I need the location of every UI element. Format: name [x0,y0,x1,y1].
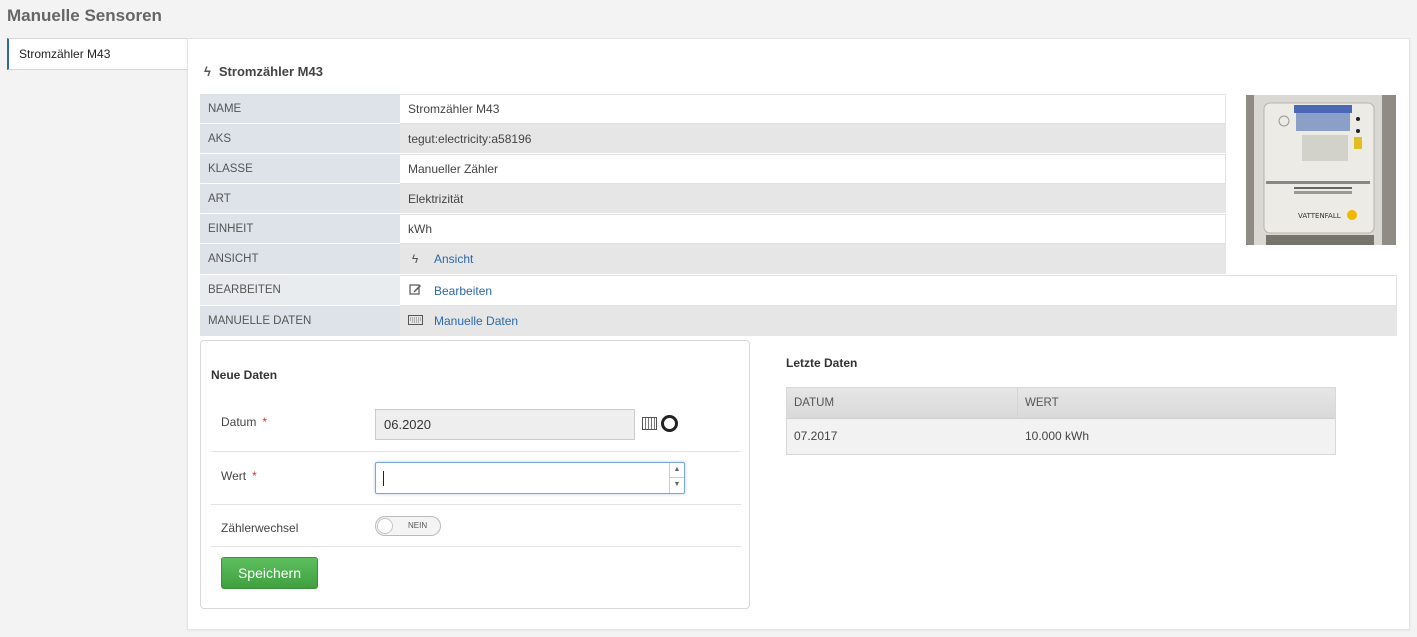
info-row-klasse: KLASSE Manueller Zähler [200,154,1397,184]
info-value: Manueller Zähler [400,154,1226,184]
meter-brand: VATTENFALL [1298,212,1341,220]
info-key: ART [200,184,400,214]
info-row-name: NAME Stromzähler M43 [200,94,1397,124]
info-row-art: ART Elektrizität [200,184,1397,214]
toggle-state: NEIN [408,521,428,530]
info-key: ANSICHT [200,244,400,275]
lightning-icon: ϟ [204,64,211,79]
bearbeiten-link[interactable]: Bearbeiten [434,284,492,298]
info-key: KLASSE [200,154,400,184]
info-row-ansicht: ANSICHT ϟ Ansicht [200,244,1397,275]
info-row-aks: AKS tegut:electricity:a58196 [200,124,1397,154]
clear-icon[interactable] [661,415,678,432]
table-header: DATUM WERT [787,388,1335,419]
stepper-up-icon[interactable]: ▲ [670,463,684,478]
zaehlerwechsel-label: Zählerwechsel [221,521,299,535]
sensor-info-table: NAME Stromzähler M43 AKS tegut:electrici… [200,94,1397,337]
column-header-datum[interactable]: DATUM [787,388,1018,418]
sensor-heading: ϟ Stromzähler M43 [204,64,323,79]
info-value: tegut:electricity:a58196 [400,124,1226,154]
info-value: Stromzähler M43 [400,94,1226,124]
zaehlerwechsel-toggle[interactable]: NEIN [375,516,441,536]
wert-label: Wert * [221,469,257,483]
text-caret [383,471,384,486]
toggle-knob [377,518,393,534]
last-data-title: Letzte Daten [786,356,858,370]
info-row-manuelle-daten: MANUELLE DATEN Manuelle Daten [200,306,1397,337]
edit-icon [408,283,422,299]
manuelle-daten-link[interactable]: Manuelle Daten [434,314,518,328]
info-key: NAME [200,94,400,124]
meter-image: VATTENFALL [1246,95,1396,245]
new-data-form: Neue Daten Datum * 06.2020 Wert * ▲ ▼ Zähl… [200,340,750,609]
form-row-zaehlerwechsel: Zählerwechsel [211,505,741,547]
info-key: EINHEIT [200,214,400,244]
page-title: Manuelle Sensoren [7,6,162,25]
sidebar-item-stromzaehler-m43[interactable]: Stromzähler M43 [7,38,189,70]
info-key: AKS [200,124,400,154]
info-row-bearbeiten: BEARBEITEN Bearbeiten [200,275,1397,306]
form-title: Neue Daten [211,368,278,382]
column-header-wert[interactable]: WERT [1018,388,1335,418]
save-button[interactable]: Speichern [221,557,318,589]
wert-stepper[interactable]: ▲ ▼ [669,463,684,493]
keyboard-icon [408,314,423,328]
sensor-panel: ϟ Stromzähler M43 NAME Stromzähler M43 A… [187,38,1410,630]
datum-label: Datum * [221,415,268,429]
info-key: BEARBEITEN [200,275,400,306]
info-value: kWh [400,214,1226,244]
table-row: 07.2017 10.000 kWh [787,419,1335,454]
datum-field[interactable]: 06.2020 [375,409,635,440]
info-value: Bearbeiten [400,275,1397,306]
info-key: MANUELLE DATEN [200,306,400,337]
ansicht-link[interactable]: Ansicht [434,252,473,266]
lightning-icon: ϟ [411,252,419,266]
sensor-title: Stromzähler M43 [218,64,323,79]
cell-datum: 07.2017 [794,429,838,443]
info-row-einheit: EINHEIT kWh [200,214,1397,244]
info-value: Elektrizität [400,184,1226,214]
sidebar: Stromzähler M43 [7,38,189,70]
info-value: Manuelle Daten [400,306,1397,337]
cell-wert: 10.000 kWh [1025,429,1090,443]
info-value: ϟ Ansicht [400,244,1226,275]
stepper-down-icon[interactable]: ▼ [670,478,684,493]
wert-input[interactable]: ▲ ▼ [375,462,685,494]
calendar-icon[interactable] [642,417,657,430]
last-data-table: DATUM WERT 07.2017 10.000 kWh [786,387,1336,455]
